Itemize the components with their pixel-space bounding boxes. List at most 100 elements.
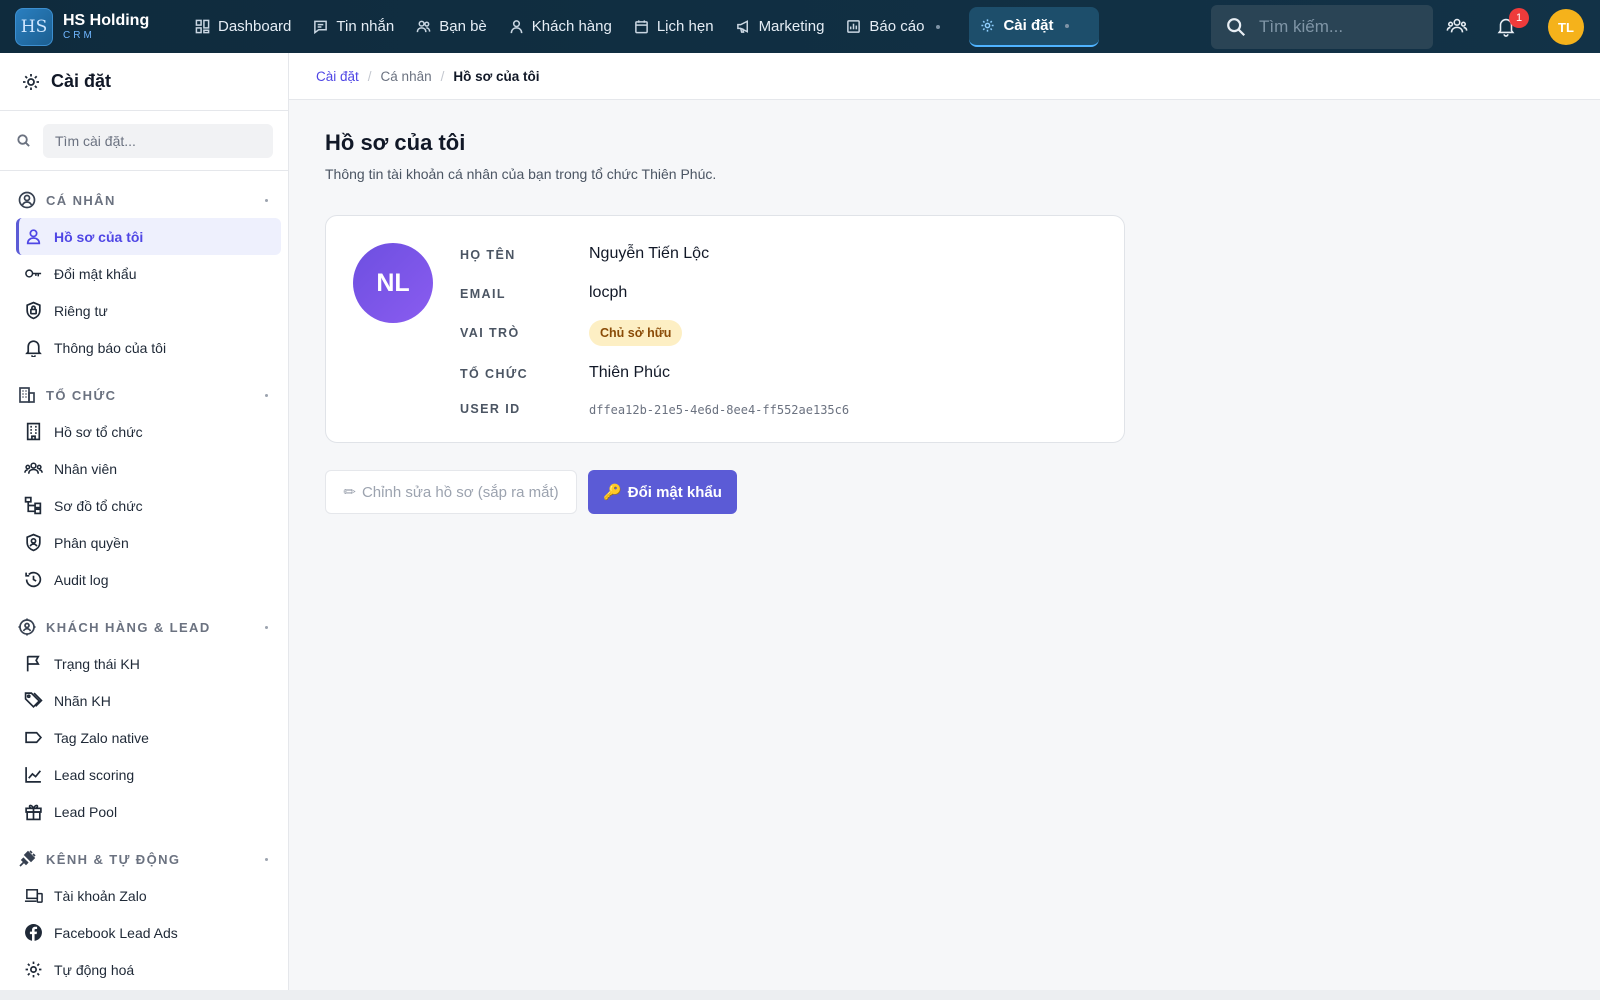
message-icon bbox=[314, 20, 328, 34]
nav-settings[interactable]: Cài đặt bbox=[969, 6, 1100, 47]
collapse-dot-icon bbox=[265, 625, 268, 629]
nav-label: Dashboard bbox=[218, 18, 292, 35]
sidebar-search bbox=[0, 111, 288, 171]
breadcrumb-separator: / bbox=[367, 68, 372, 84]
target-user-icon bbox=[18, 618, 36, 636]
sidebar-item-org-chart[interactable]: Sơ đồ tổ chức bbox=[16, 487, 281, 524]
brand-logo: HS bbox=[15, 7, 53, 46]
sidebar-title: Cài đặt bbox=[51, 71, 112, 91]
section-customers-leads: KHÁCH HÀNG & LEAD Trạng thái KH Nhãn KH … bbox=[0, 612, 288, 830]
tags-icon bbox=[24, 692, 43, 709]
sidebar-item-zalo-accounts[interactable]: Tài khoản Zalo bbox=[16, 877, 281, 914]
section-header-organization[interactable]: TỔ CHỨC bbox=[0, 380, 288, 410]
section-channels-automation: KÊNH & TỰ ĐỘNG Tài khoản Zalo Facebook L… bbox=[0, 844, 288, 988]
sidebar-item-lead-scoring[interactable]: Lead scoring bbox=[16, 756, 281, 793]
sidebar-item-label: Lead Pool bbox=[54, 803, 118, 820]
nav-label: Báo cáo bbox=[869, 18, 925, 35]
gear-icon bbox=[23, 73, 39, 90]
office-building-icon bbox=[26, 422, 41, 441]
sidebar-item-employees[interactable]: Nhân viên bbox=[16, 450, 281, 487]
page-subtitle: Thông tin tài khoản cá nhân của bạn tron… bbox=[325, 166, 717, 182]
edit-profile-button[interactable]: ✏ Chỉnh sửa hồ sơ (sắp ra mắt) bbox=[325, 470, 577, 514]
section-header-customers-leads[interactable]: KHÁCH HÀNG & LEAD bbox=[0, 612, 288, 642]
nav-calendar[interactable]: Lịch hẹn bbox=[623, 7, 725, 47]
section-header-channels-automation[interactable]: KÊNH & TỰ ĐỘNG bbox=[0, 844, 288, 874]
sidebar-item-label: Nhãn KH bbox=[54, 692, 111, 709]
sidebar-item-label: Tài khoản Zalo bbox=[54, 887, 147, 904]
nav-label: Marketing bbox=[758, 18, 825, 35]
page-title: Hồ sơ của tôi bbox=[325, 130, 466, 155]
nav-customers[interactable]: Khách hàng bbox=[498, 7, 623, 47]
email-label: EMAIL bbox=[460, 287, 506, 301]
nav-reports[interactable]: Báo cáo bbox=[835, 7, 951, 47]
org-label: TỔ CHỨC bbox=[460, 367, 529, 381]
notification-badge: 1 bbox=[1509, 8, 1529, 28]
collapse-dot-icon bbox=[265, 857, 268, 861]
brand[interactable]: HS HS Holding CRM bbox=[15, 7, 175, 46]
sidebar-item-label: Tự động hoá bbox=[54, 961, 135, 978]
nav-friends[interactable]: Bạn bè bbox=[405, 7, 498, 47]
sidebar-item-label: Trạng thái KH bbox=[54, 655, 140, 672]
brand-name: HS Holding bbox=[63, 12, 150, 29]
global-search[interactable] bbox=[1211, 5, 1433, 49]
sidebar-item-label: Thông báo của tôi bbox=[54, 339, 167, 356]
sidebar-item-privacy[interactable]: Riêng tư bbox=[16, 292, 281, 329]
key-icon bbox=[25, 269, 42, 278]
sidebar-item-my-profile[interactable]: Hồ sơ của tôi bbox=[16, 218, 281, 255]
customer-icon bbox=[510, 20, 523, 34]
nav-messages[interactable]: Tin nhắn bbox=[302, 7, 405, 47]
sidebar-item-facebook-lead-ads[interactable]: Facebook Lead Ads bbox=[16, 914, 281, 951]
sidebar-item-label: Đổi mật khẩu bbox=[54, 265, 137, 282]
sidebar-item-audit-log[interactable]: Audit log bbox=[16, 561, 281, 598]
team-button[interactable] bbox=[1444, 13, 1470, 39]
name-value: Nguyễn Tiến Lộc bbox=[589, 245, 710, 262]
cog-icon bbox=[25, 961, 42, 978]
users-icon bbox=[24, 462, 43, 474]
sidebar-item-label: Tag Zalo native bbox=[54, 729, 149, 746]
settings-search-input[interactable] bbox=[43, 123, 273, 158]
breadcrumb-personal: Cá nhân bbox=[380, 68, 432, 84]
sidebar-item-label: Nhân viên bbox=[54, 460, 118, 477]
sidebar-item-customer-labels[interactable]: Nhãn KH bbox=[16, 682, 281, 719]
plug-icon bbox=[19, 850, 36, 867]
section-label: KHÁCH HÀNG & LEAD bbox=[46, 619, 211, 635]
sidebar-item-zalo-tags[interactable]: Tag Zalo native bbox=[16, 719, 281, 756]
notification-button[interactable]: 1 bbox=[1493, 8, 1529, 39]
breadcrumb-current: Hồ sơ của tôi bbox=[453, 68, 540, 84]
sidebar-item-change-password[interactable]: Đổi mật khẩu bbox=[16, 255, 281, 292]
sidebar-item-permissions[interactable]: Phân quyền bbox=[16, 524, 281, 561]
breadcrumb-settings-link[interactable]: Cài đặt bbox=[316, 69, 359, 84]
breadcrumb-separator: / bbox=[440, 68, 445, 84]
flag-icon bbox=[26, 655, 40, 672]
nav-label: Khách hàng bbox=[531, 18, 612, 35]
search-icon bbox=[1227, 18, 1246, 37]
search-icon bbox=[17, 134, 30, 147]
sidebar-item-customer-status[interactable]: Trạng thái KH bbox=[16, 645, 281, 682]
user-id-value: dffea12b-21e5-4e6d-8ee4-ff552ae135c6 bbox=[589, 403, 850, 417]
sidebar-item-automation[interactable]: Tự động hoá bbox=[16, 951, 281, 988]
key-icon: 🔑 bbox=[603, 483, 622, 501]
name-label: HỌ TÊN bbox=[460, 248, 516, 262]
tag-icon bbox=[25, 731, 43, 744]
global-search-input[interactable] bbox=[1259, 17, 1419, 37]
sidebar-item-label: Audit log bbox=[54, 571, 109, 588]
profile-avatar: NL bbox=[353, 243, 433, 323]
sidebar-item-label: Lead scoring bbox=[54, 766, 135, 783]
trend-chart-icon bbox=[25, 767, 42, 783]
megaphone-icon bbox=[736, 20, 748, 33]
brand-sub: CRM bbox=[63, 30, 95, 41]
sidebar-item-label: Phân quyền bbox=[54, 534, 129, 551]
section-header-personal[interactable]: CÁ NHÂN bbox=[0, 185, 288, 215]
nav-marketing[interactable]: Marketing bbox=[725, 7, 836, 47]
shield-user-icon bbox=[26, 533, 41, 552]
change-password-button[interactable]: 🔑 Đổi mật khẩu bbox=[588, 470, 737, 514]
role-label: VAI TRÒ bbox=[460, 326, 520, 340]
grid-icon bbox=[195, 19, 210, 34]
main-content: Cài đặt / Cá nhân / Hồ sơ của tôi Hồ sơ … bbox=[289, 53, 1600, 990]
sidebar-item-my-notifications[interactable]: Thông báo của tôi bbox=[16, 329, 281, 366]
user-avatar[interactable]: TL bbox=[1548, 9, 1584, 45]
sidebar-item-label: Hồ sơ tổ chức bbox=[54, 423, 143, 440]
sidebar-item-org-profile[interactable]: Hồ sơ tổ chức bbox=[16, 413, 281, 450]
nav-dashboard[interactable]: Dashboard bbox=[184, 7, 302, 47]
sidebar-item-lead-pool[interactable]: Lead Pool bbox=[16, 793, 281, 830]
